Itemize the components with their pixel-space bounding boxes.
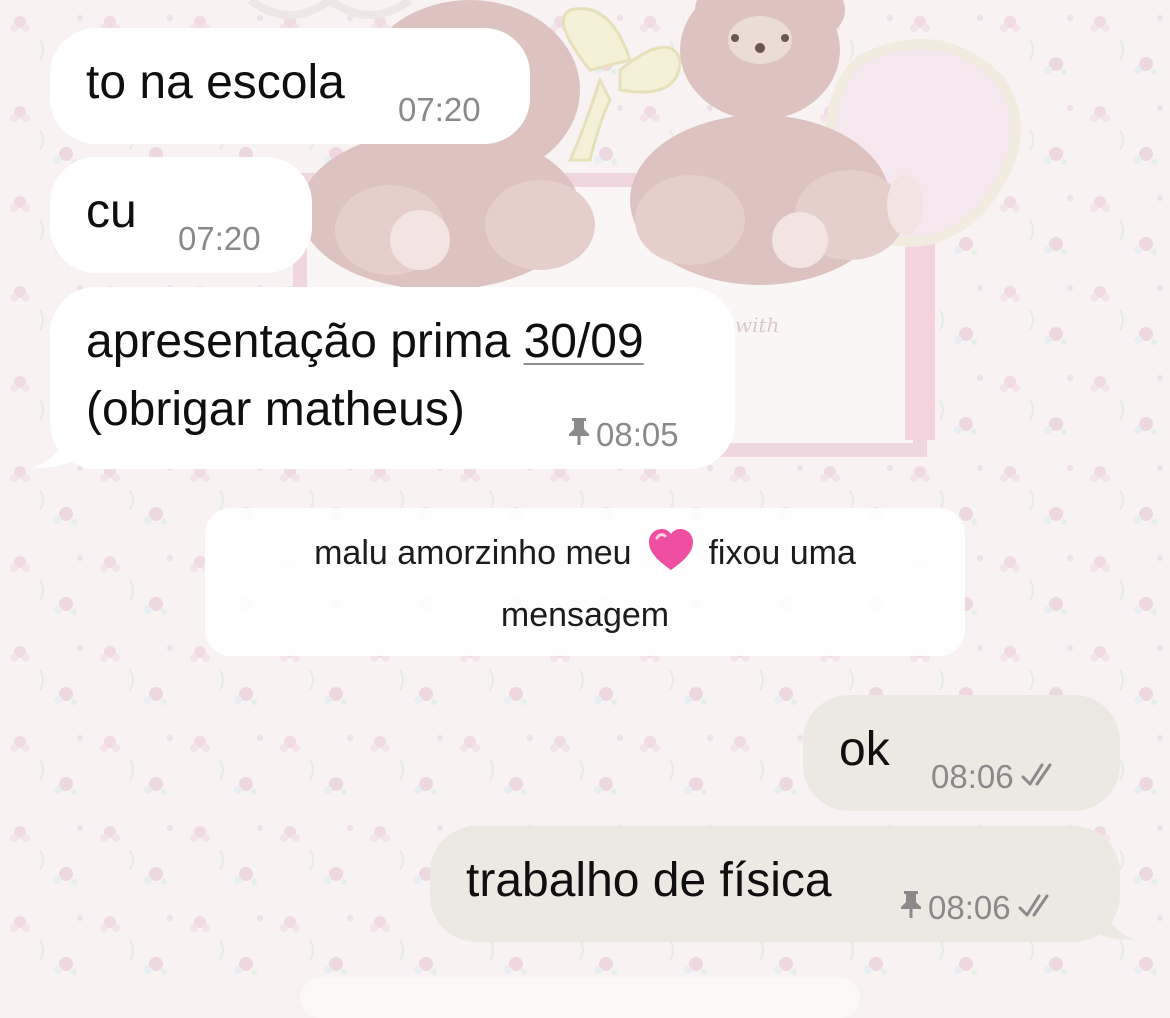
message-bubble[interactable]: to na escola 07:20: [50, 28, 530, 144]
message-text: cu: [86, 185, 137, 238]
message-text: to na escola: [86, 56, 345, 109]
system-notice-line2: mensagem: [500, 596, 670, 634]
double-check-icon: [1020, 757, 1064, 797]
message-time: 08:06: [931, 757, 1064, 797]
message-time: 08:05: [568, 415, 679, 455]
system-notice-text: malu amorzinho meu: [314, 534, 642, 572]
message-time: 07:20: [178, 219, 261, 259]
message-bubble[interactable]: cu 07:20: [50, 157, 312, 273]
message-timestamp: 08:06: [931, 758, 1014, 795]
pinned-message-bubble[interactable]: apresentação prima 30/09 (obrigar matheu…: [50, 287, 735, 469]
system-pinned-notice: malu amorzinho meu fixou uma mensagem: [205, 508, 965, 656]
pin-icon: [568, 415, 590, 455]
date-link[interactable]: 30/09: [524, 315, 644, 368]
message-text-segment: apresentação prima: [86, 315, 524, 368]
message-time: 07:20: [398, 90, 481, 130]
message-timestamp: 07:20: [398, 91, 481, 128]
message-text: trabalho de física: [466, 854, 832, 907]
system-notice-text: fixou uma: [699, 534, 856, 572]
message-text: ok: [839, 723, 890, 776]
pink-heart-icon: [647, 528, 695, 588]
chat-message-list: to na escola 07:20 cu 07:20 apresentação…: [0, 0, 1170, 1018]
message-bubble-partial[interactable]: [300, 978, 860, 1018]
message-text-line2: (obrigar matheus): [86, 383, 465, 436]
double-check-icon: [1017, 888, 1061, 928]
message-text-line1: apresentação prima 30/09: [86, 309, 644, 375]
system-notice-line1: malu amorzinho meu fixou uma: [205, 526, 965, 588]
message-timestamp: 08:06: [928, 889, 1011, 926]
message-bubble-outgoing[interactable]: trabalho de física 08:06: [430, 826, 1120, 942]
message-timestamp: 08:05: [596, 416, 679, 453]
pin-icon: [900, 888, 922, 928]
message-timestamp: 07:20: [178, 220, 261, 257]
message-bubble-outgoing[interactable]: ok 08:06: [803, 695, 1120, 811]
message-time: 08:06: [900, 888, 1061, 928]
